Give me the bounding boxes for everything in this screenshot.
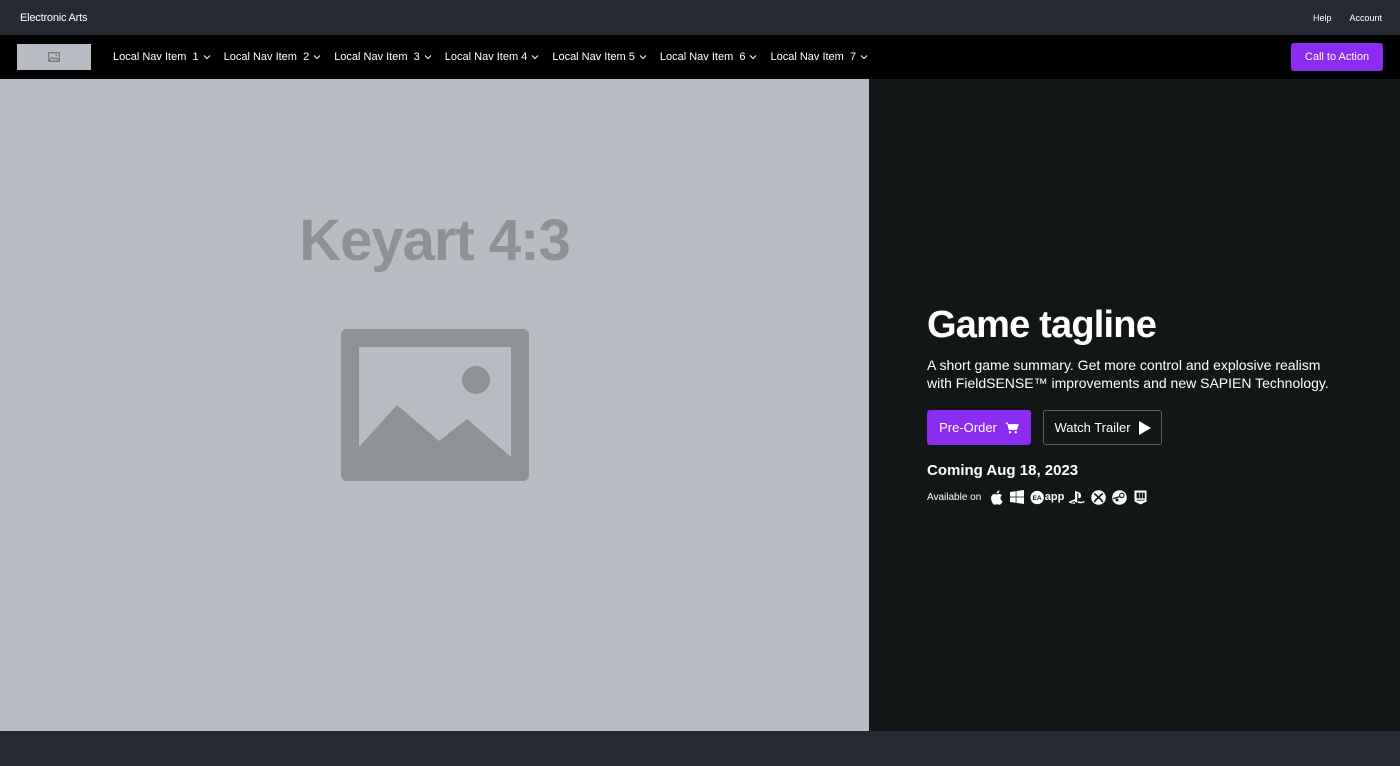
nav-item-label: Local Nav Item 3 <box>334 51 420 63</box>
nav-item-label: Local Nav Item 5 <box>552 51 635 63</box>
hero-content-panel: Game tagline A short game summary. Get m… <box>869 79 1400 731</box>
play-icon <box>1138 420 1151 435</box>
account-link[interactable]: Account <box>1349 13 1382 23</box>
chevron-down-icon <box>639 55 647 60</box>
nav-item-1[interactable]: Local Nav Item 1 <box>113 51 211 63</box>
global-header: Electronic Arts Help Account <box>0 0 1400 35</box>
nav-item-5[interactable]: Local Nav Item 5 <box>552 51 647 63</box>
cart-icon <box>1005 422 1019 433</box>
brand-name[interactable]: Electronic Arts <box>20 12 88 24</box>
image-icon <box>48 52 60 62</box>
game-logo[interactable] <box>17 44 91 70</box>
nav-item-7[interactable]: Local Nav Item 7 <box>770 51 868 63</box>
chevron-down-icon <box>750 55 757 60</box>
global-links: Help Account <box>1313 13 1382 23</box>
nav-items: Local Nav Item 1 Local Nav Item 2 Local … <box>113 51 868 63</box>
playstation-icon <box>1069 489 1086 505</box>
ea-app-icon: EA app <box>1030 489 1064 505</box>
keyart-label: Keyart 4:3 <box>299 208 570 273</box>
epic-games-icon <box>1132 489 1148 505</box>
chevron-down-icon <box>313 55 321 60</box>
nav-item-label: Local Nav Item 7 <box>770 51 857 63</box>
local-nav: Local Nav Item 1 Local Nav Item 2 Local … <box>0 35 1400 79</box>
steam-icon <box>1111 489 1127 505</box>
keyart-placeholder: Keyart 4:3 <box>0 79 869 731</box>
chevron-down-icon <box>203 55 210 60</box>
pre-order-label: Pre-Order <box>939 420 997 435</box>
chevron-down-icon <box>860 55 868 60</box>
xbox-icon <box>1090 489 1106 505</box>
image-icon <box>341 329 529 481</box>
help-link[interactable]: Help <box>1313 13 1332 23</box>
nav-item-6[interactable]: Local Nav Item 6 <box>660 51 758 63</box>
chevron-down-icon <box>424 55 432 60</box>
call-to-action-button[interactable]: Call to Action <box>1291 43 1383 71</box>
available-on-label: Available on <box>927 491 982 503</box>
nav-item-2[interactable]: Local Nav Item 2 <box>224 51 322 63</box>
game-tagline: Game tagline <box>927 304 1157 346</box>
availability-row: Available on EA app <box>927 489 1148 505</box>
footer-strip <box>0 731 1400 766</box>
pre-order-button[interactable]: Pre-Order <box>927 410 1031 445</box>
nav-item-3[interactable]: Local Nav Item 3 <box>334 51 432 63</box>
nav-item-label: Local Nav Item 1 <box>113 51 199 63</box>
release-date: Coming Aug 18, 2023 <box>927 462 1079 479</box>
hero-buttons: Pre-Order Watch Trailer <box>927 410 1162 445</box>
windows-icon <box>1009 489 1025 505</box>
ea-app-text: app <box>1044 491 1065 503</box>
nav-item-4[interactable]: Local Nav Item 4 <box>445 51 540 63</box>
nav-item-label: Local Nav Item 2 <box>223 51 310 63</box>
svg-text:EA: EA <box>1033 495 1042 502</box>
watch-trailer-button[interactable]: Watch Trailer <box>1043 410 1162 445</box>
chevron-down-icon <box>531 55 539 60</box>
game-summary: A short game summary. Get more control a… <box>927 357 1329 391</box>
hero-section: Keyart 4:3 Game tagline A short game sum… <box>0 79 1400 731</box>
watch-trailer-label: Watch Trailer <box>1054 420 1131 435</box>
apple-icon <box>988 489 1004 505</box>
nav-item-label: Local Nav Item 6 <box>659 51 746 63</box>
nav-item-label: Local Nav Item 4 <box>444 51 528 63</box>
